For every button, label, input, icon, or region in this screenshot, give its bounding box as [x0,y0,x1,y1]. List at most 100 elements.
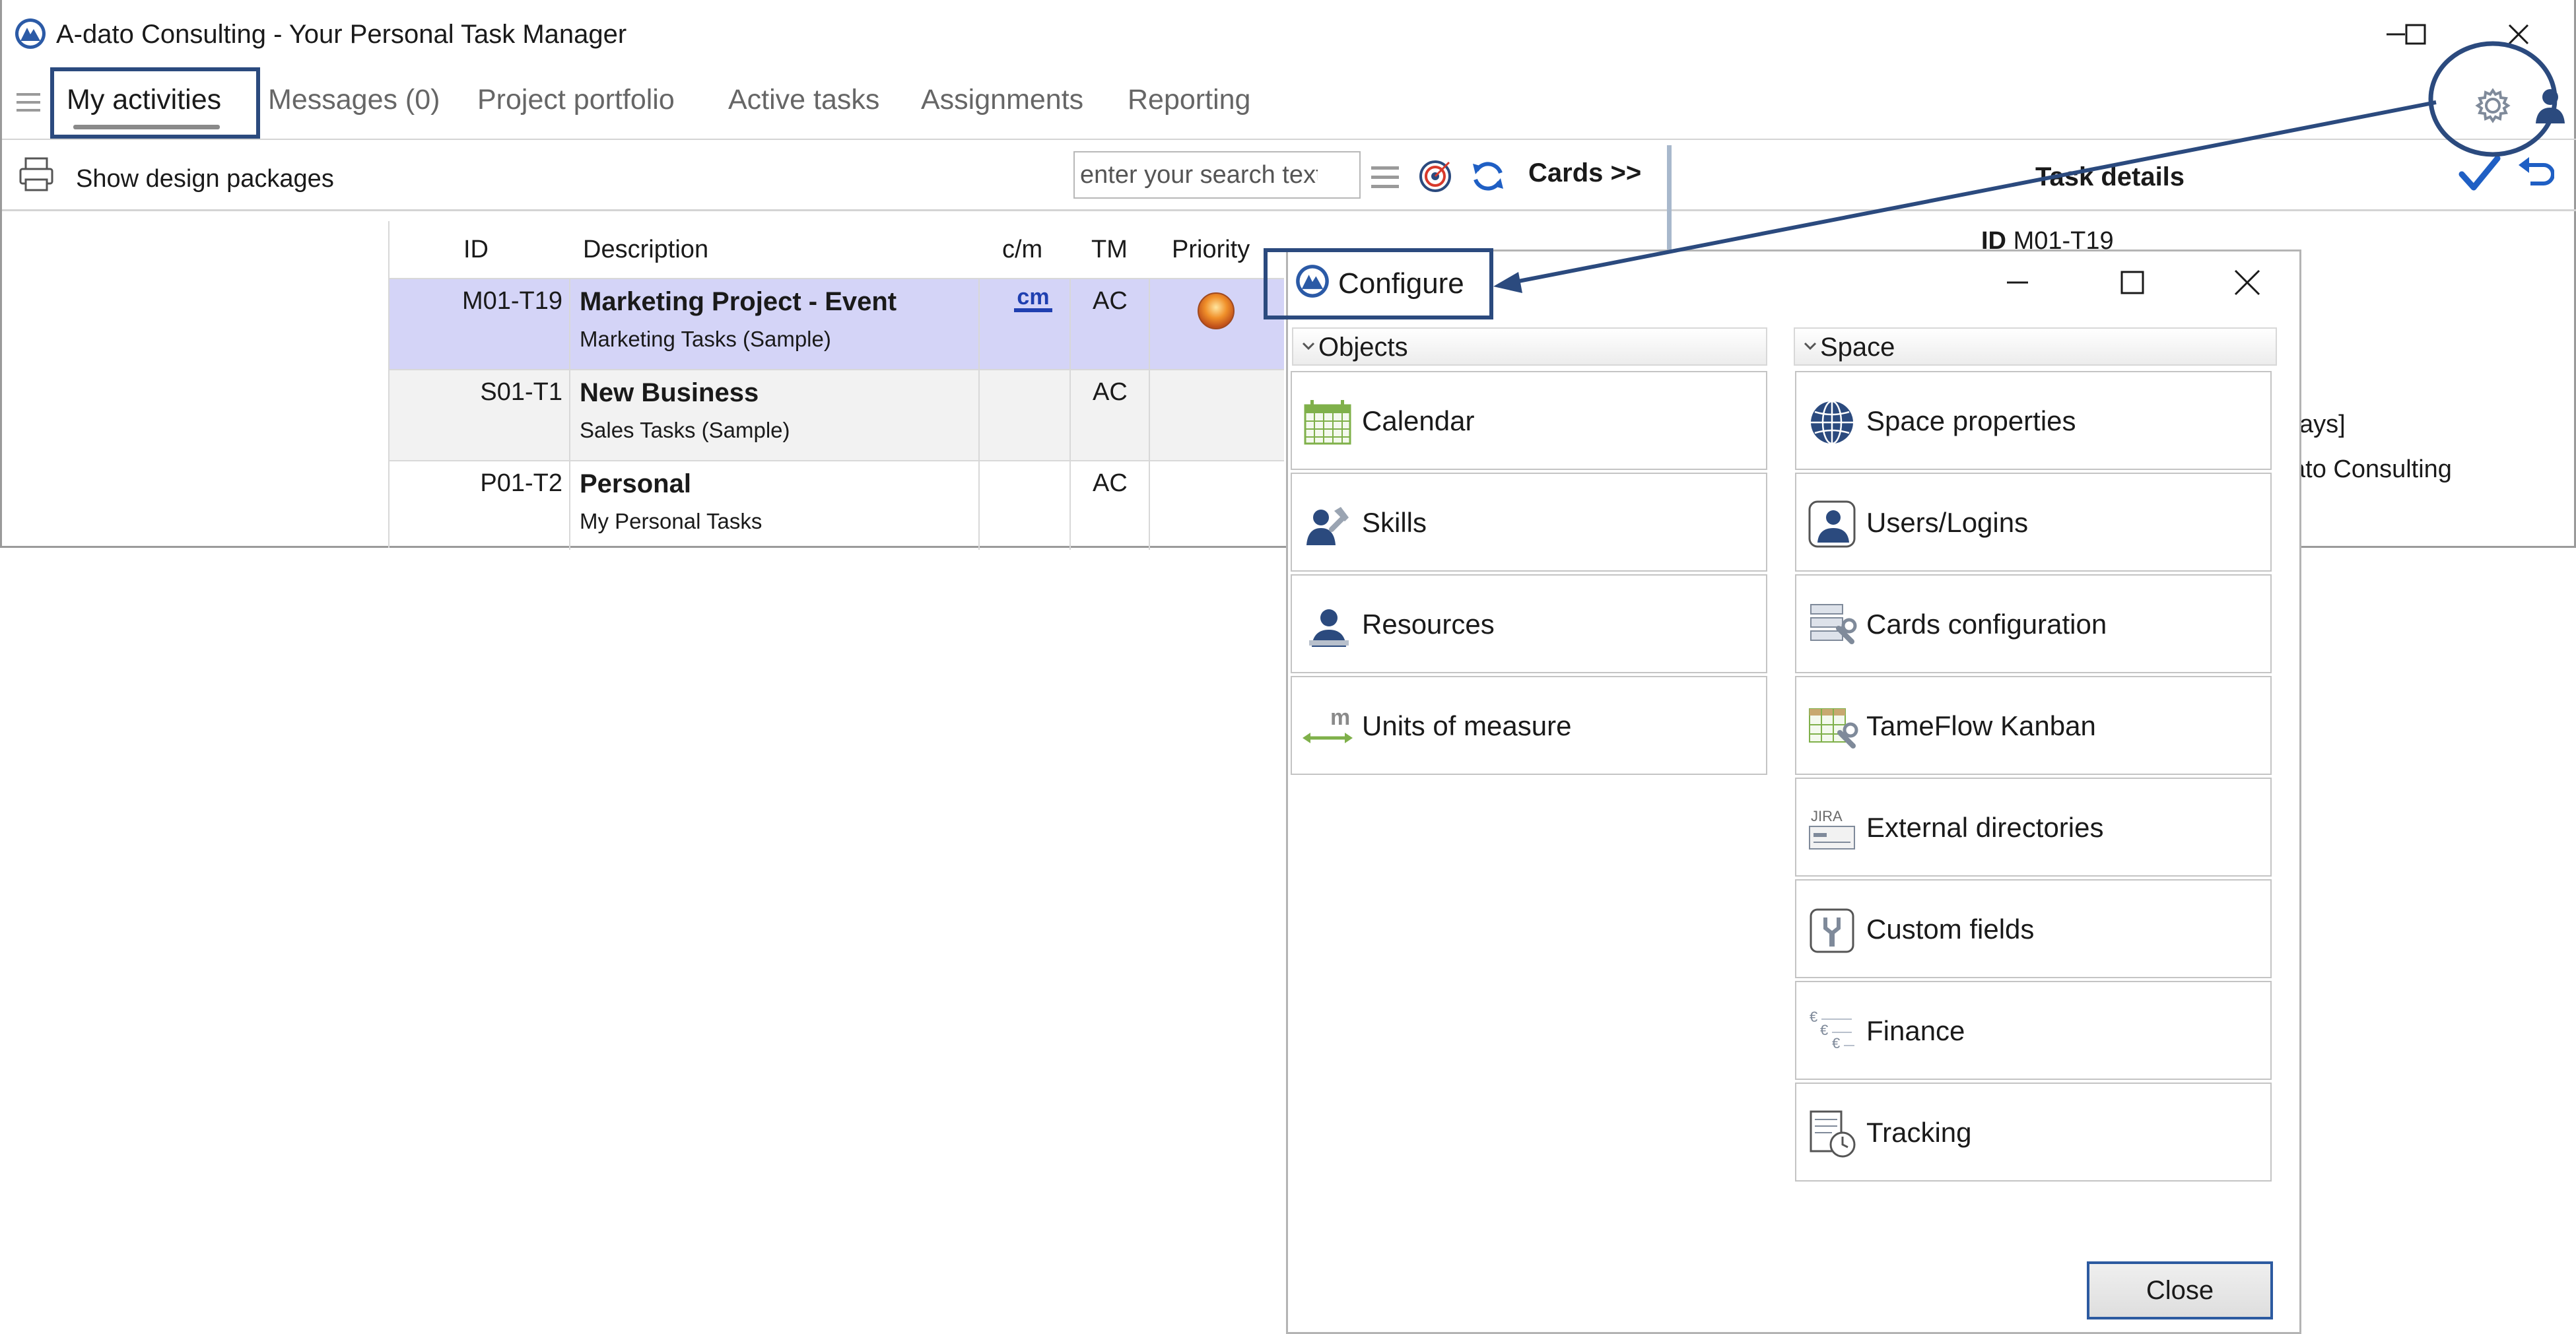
checkmark-icon[interactable] [2458,152,2501,195]
maximize-button[interactable] [2396,15,2435,54]
search-box [1073,151,1361,199]
cards-toggle-button[interactable]: Cards >> [1528,158,1641,188]
finance-label: Finance [1866,1015,1965,1046]
calendar-icon [1304,400,1351,445]
chevron-down-icon [1804,342,1817,350]
units-icon-text: m [1330,705,1350,730]
skills-button[interactable]: Skills [1291,473,1767,572]
dialog-close-x-button[interactable] [2228,263,2266,302]
resources-button[interactable]: Resources [1291,574,1767,673]
space-section-header[interactable]: Space [1794,327,2277,366]
calendar-button[interactable]: Calendar [1291,371,1767,470]
show-design-packages-button[interactable]: Show design packages [76,165,334,193]
users-logins-button[interactable]: Users/Logins [1795,473,2272,572]
column-header-tm[interactable]: TM [1091,236,1128,264]
close-icon [2508,24,2529,45]
column-divider [569,279,570,550]
list-options-icon[interactable] [1366,158,1404,197]
row-title: Marketing Project - Event [580,287,897,316]
objects-section-label: Objects [1318,333,1408,362]
calendar-label: Calendar [1362,405,1475,436]
window-title: A-dato Consulting - Your Personal Task M… [56,20,627,49]
row-id: P01-T2 [480,469,562,497]
space-properties-button[interactable]: Space properties [1795,371,2272,470]
column-header-id[interactable]: ID [463,236,489,264]
target-icon[interactable] [1416,157,1454,195]
close-window-button[interactable] [2499,15,2538,54]
cards-configuration-button[interactable]: Cards configuration [1795,574,2272,673]
printer-icon[interactable] [17,154,56,194]
menu-icon[interactable] [15,89,42,116]
row-subtitle: Marketing Tasks (Sample) [580,327,831,351]
column-header-priority[interactable]: Priority [1172,236,1250,264]
svg-text:€: € [1810,1009,1817,1025]
configure-title-highlight [1264,248,1493,319]
row-title: New Business [580,378,759,407]
row-id: S01-T1 [480,378,562,406]
search-input[interactable] [1080,158,1318,192]
tab-project-portfolio[interactable]: Project portfolio [477,84,675,116]
skills-label: Skills [1362,507,1427,538]
tracking-button[interactable]: Tracking [1795,1083,2272,1182]
panel-splitter[interactable] [1667,145,1672,251]
objects-section-header[interactable]: Objects [1292,327,1767,366]
units-of-measure-button[interactable]: m Units of measure [1291,676,1767,775]
tab-reporting[interactable]: Reporting [1128,84,1250,116]
task-duration-partial: ays] [2299,411,2346,438]
row-id: M01-T19 [461,287,562,315]
close-icon [2234,269,2260,296]
custom-fields-icon [1810,908,1854,953]
units-of-measure-label: Units of measure [1362,710,1572,741]
tameflow-kanban-label: TameFlow Kanban [1866,710,2096,741]
resources-label: Resources [1362,609,1495,640]
globe-icon [1811,400,1853,445]
tab-active-tasks[interactable]: Active tasks [728,84,879,116]
priority-orb-icon[interactable] [1196,291,1236,331]
column-divider [978,279,980,550]
task-details-title: Task details [2035,162,2185,191]
row-tm: AC [1093,469,1128,497]
space-properties-label: Space properties [1866,405,2076,436]
external-directories-label: External directories [1866,812,2104,843]
configure-dialog: Configure Objects Calendar Skills Resour… [1286,250,2301,1334]
row-subtitle: My Personal Tasks [580,509,763,533]
tameflow-kanban-button[interactable]: TameFlow Kanban [1795,676,2272,775]
cm-icon[interactable]: cm [1010,284,1056,319]
kanban-icon [1809,708,1858,749]
gear-icon[interactable] [2470,83,2516,129]
row-tm: AC [1093,287,1128,315]
user-icon[interactable] [2528,83,2567,129]
toolbar: Show design packages [2,139,2576,319]
chevron-down-icon [1302,342,1315,350]
title-bar: A-dato Consulting - Your Personal Task M… [2,0,2576,69]
row-title: Personal [580,469,691,498]
tab-assignments[interactable]: Assignments [921,84,1083,116]
custom-fields-button[interactable]: Custom fields [1795,879,2272,978]
dialog-minimize-button[interactable] [1998,263,2037,302]
task-owner-partial: ato Consulting [2291,455,2452,483]
maximize-icon [2120,271,2144,294]
cards-configuration-label: Cards configuration [1866,609,2107,640]
skills-icon [1306,507,1349,545]
custom-fields-label: Custom fields [1866,914,2035,945]
dialog-maximize-button[interactable] [2113,263,2152,302]
cm-icon-text: cm [1017,284,1049,310]
column-header-description[interactable]: Description [583,236,708,264]
undo-icon[interactable] [2515,152,2554,195]
finance-button[interactable]: € € € Finance [1795,981,2272,1080]
refresh-icon[interactable] [1469,157,1507,195]
column-divider [1149,279,1150,550]
svg-text:€: € [1820,1022,1828,1038]
my-activities-highlight [50,67,260,139]
resources-icon [1309,609,1349,647]
users-icon [1808,500,1856,548]
minimize-icon [2007,281,2028,284]
close-button[interactable]: Close [2087,1261,2273,1319]
column-divider [1069,279,1071,550]
screenshot-stage: A-dato Consulting - Your Personal Task M… [0,0,2576,1334]
row-tm: AC [1093,378,1128,406]
app-logo-icon [15,18,46,49]
external-directories-button[interactable]: JIRA External directories [1795,778,2272,877]
tab-messages[interactable]: Messages (0) [268,84,440,116]
column-header-cm[interactable]: c/m [1002,236,1042,264]
